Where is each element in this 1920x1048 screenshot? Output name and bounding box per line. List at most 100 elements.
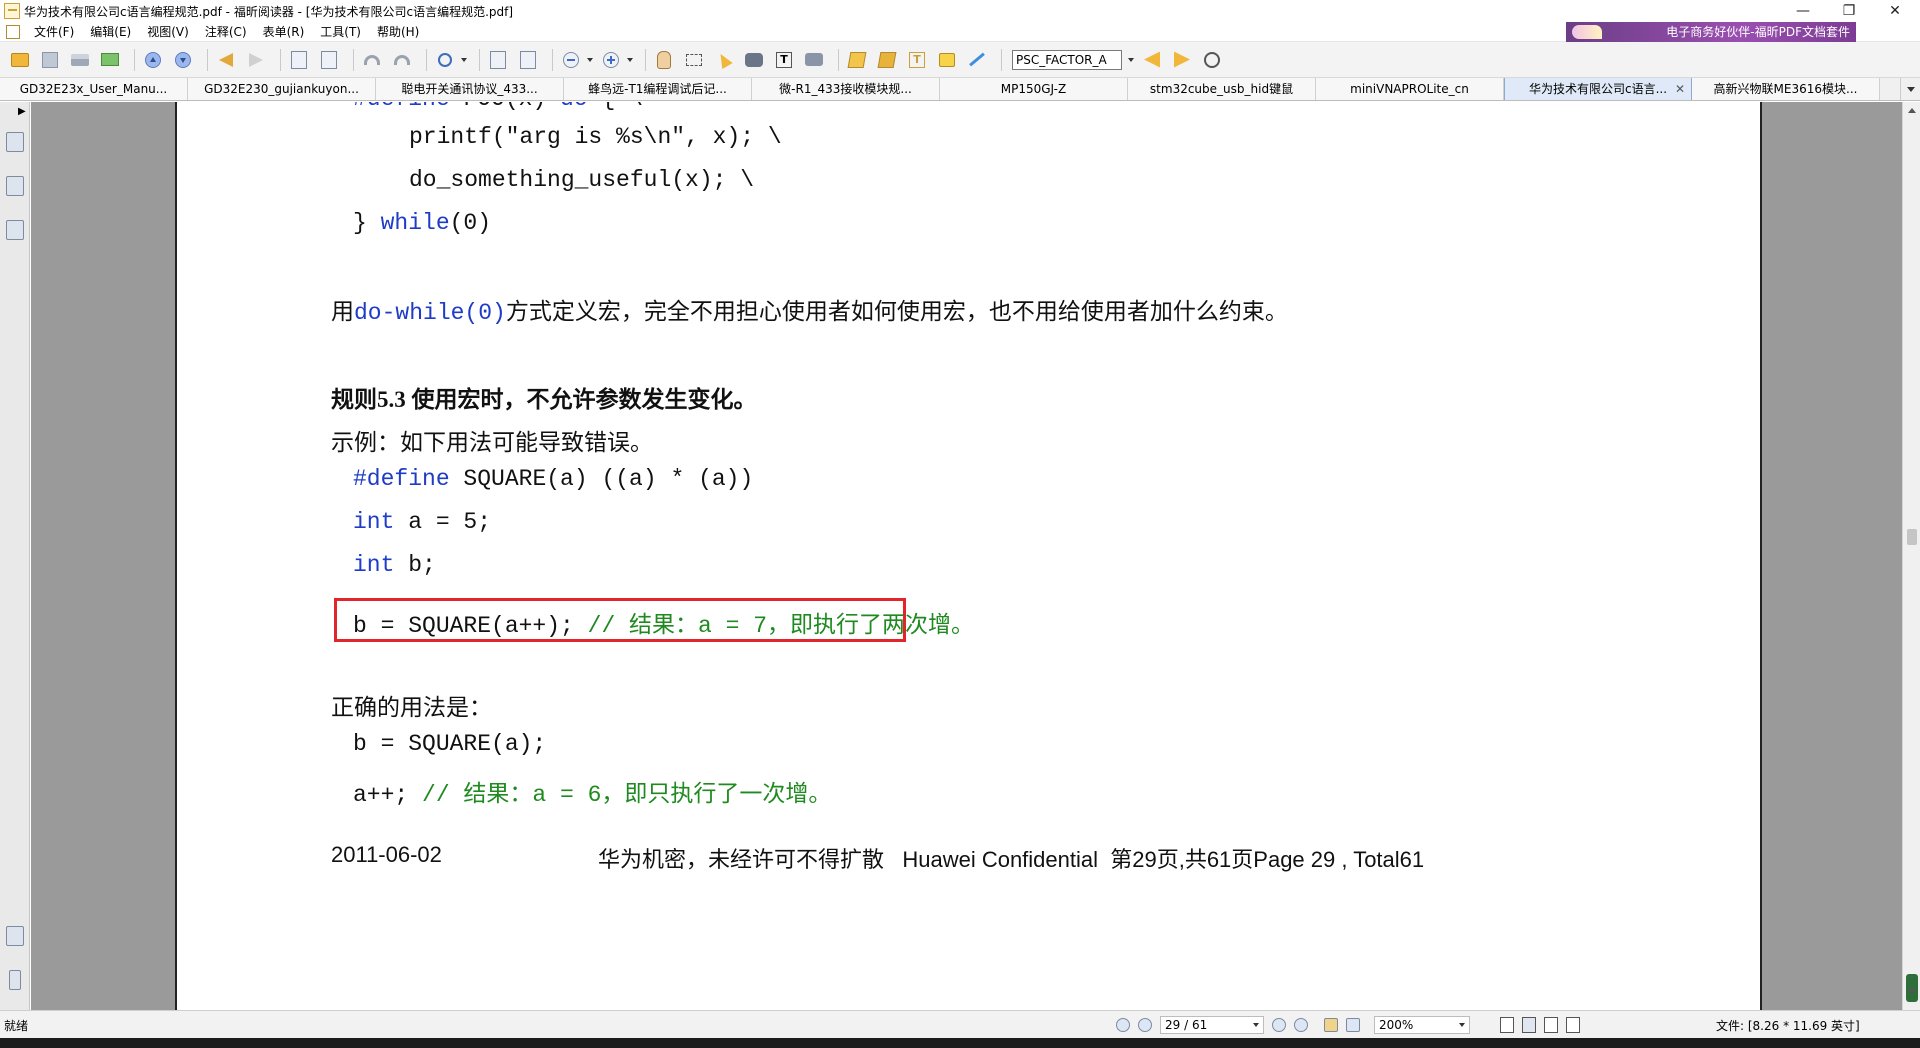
forward-icon bbox=[249, 52, 263, 67]
snapshot-icon bbox=[805, 53, 823, 66]
tab-list-dropdown[interactable] bbox=[1900, 78, 1920, 100]
menu-view[interactable]: 视图(V) bbox=[139, 22, 197, 42]
open-button[interactable] bbox=[8, 48, 32, 72]
scroll-up-icon[interactable] bbox=[1908, 108, 1916, 113]
zoom-dropdown-icon[interactable] bbox=[461, 57, 467, 62]
continuous-facing-view-icon[interactable] bbox=[1566, 1017, 1580, 1033]
highlight-button[interactable] bbox=[845, 48, 869, 72]
menu-file[interactable]: 文件(F) bbox=[26, 22, 82, 42]
redo-button[interactable] bbox=[390, 48, 414, 72]
tab-document[interactable]: 高新兴物联ME3616模块... bbox=[1692, 78, 1880, 100]
insert-pages-button[interactable] bbox=[317, 48, 341, 72]
note-icon bbox=[939, 52, 955, 67]
pen-icon bbox=[877, 51, 897, 68]
forward-button[interactable] bbox=[244, 48, 268, 72]
typewriter-button[interactable]: T bbox=[772, 48, 796, 72]
email-button[interactable] bbox=[98, 48, 122, 72]
comments-icon[interactable] bbox=[6, 926, 24, 946]
search-dropdown-icon[interactable] bbox=[1128, 57, 1134, 62]
select-annotation-button[interactable] bbox=[712, 48, 736, 72]
forward-view-icon[interactable] bbox=[1346, 1018, 1360, 1032]
save-icon bbox=[42, 51, 58, 68]
back-view-icon[interactable] bbox=[1324, 1018, 1338, 1032]
zoom-dropdown-icon[interactable] bbox=[1459, 1023, 1465, 1027]
menu-comment[interactable]: 注释(C) bbox=[197, 22, 255, 42]
tab-document[interactable]: GD32E230_gujiankuyon... bbox=[188, 78, 376, 100]
advanced-search-button[interactable] bbox=[1200, 48, 1224, 72]
zoom-out-dropdown-icon[interactable] bbox=[587, 57, 593, 62]
tab-document[interactable]: 聪电开关通讯协议_433... bbox=[376, 78, 564, 100]
menu-form[interactable]: 表单(R) bbox=[255, 22, 313, 42]
zoom-icon bbox=[438, 52, 452, 67]
tab-close-icon[interactable]: ✕ bbox=[1675, 78, 1685, 100]
next-page-button[interactable] bbox=[171, 48, 195, 72]
code-line: #define FOO(x) do { \ bbox=[353, 102, 643, 112]
attachments-icon[interactable] bbox=[9, 970, 21, 990]
undo-button[interactable] bbox=[360, 48, 384, 72]
tab-document[interactable]: 微-R1_433接收模块规... bbox=[752, 78, 940, 100]
tab-document[interactable]: MP150GJ-Z bbox=[940, 78, 1128, 100]
prev-page-icon[interactable] bbox=[1138, 1018, 1152, 1032]
back-button[interactable] bbox=[214, 48, 238, 72]
zoom-in-button[interactable] bbox=[599, 48, 623, 72]
expand-panel-icon[interactable]: ▶ bbox=[18, 106, 26, 117]
page-dropdown-icon[interactable] bbox=[1253, 1023, 1259, 1027]
restore-button[interactable]: ❐ bbox=[1826, 0, 1872, 22]
scroll-thumb[interactable] bbox=[1907, 529, 1917, 545]
layers-icon[interactable] bbox=[6, 220, 24, 240]
zoom-select[interactable]: 200% bbox=[1374, 1016, 1470, 1034]
extract-pages-button[interactable] bbox=[287, 48, 311, 72]
minimize-button[interactable]: — bbox=[1780, 0, 1826, 22]
find-next-button[interactable] bbox=[1170, 48, 1194, 72]
next-page-icon bbox=[175, 51, 191, 68]
textbox-button[interactable]: T bbox=[905, 48, 929, 72]
fit-page-button[interactable] bbox=[486, 48, 510, 72]
zoom-out-icon bbox=[563, 51, 579, 68]
save-button[interactable] bbox=[38, 48, 62, 72]
page-number-input[interactable]: 29 / 61 bbox=[1160, 1016, 1264, 1034]
fit-width-button[interactable] bbox=[516, 48, 540, 72]
code-line: #define SQUARE(a) ((a) * (a)) bbox=[353, 466, 753, 492]
snapshot-button[interactable] bbox=[802, 48, 826, 72]
tab-document[interactable]: GD32E23x_User_Manu... bbox=[0, 78, 188, 100]
menu-tools[interactable]: 工具(T) bbox=[312, 22, 369, 42]
print-button[interactable] bbox=[68, 48, 92, 72]
tab-document-active[interactable]: 华为技术有限公司c语言... ✕ bbox=[1504, 78, 1692, 100]
zoom-in-dropdown-icon[interactable] bbox=[627, 57, 633, 62]
bookmarks-icon[interactable] bbox=[6, 132, 24, 152]
arrow-tool-button[interactable] bbox=[965, 48, 989, 72]
search-input[interactable]: PSC_FACTOR_A bbox=[1012, 49, 1122, 70]
document-viewport[interactable]: #define FOO(x) do { \ printf("arg is %s\… bbox=[31, 102, 1902, 1010]
close-button[interactable]: ✕ bbox=[1872, 0, 1918, 22]
tab-document[interactable]: miniVNAPROLite_cn bbox=[1316, 78, 1504, 100]
vertical-scrollbar[interactable] bbox=[1902, 102, 1920, 1010]
prev-page-button[interactable] bbox=[141, 48, 165, 72]
note-button[interactable] bbox=[935, 48, 959, 72]
tab-document[interactable]: stm32cube_usb_hid键鼠 bbox=[1128, 78, 1316, 100]
ad-banner[interactable]: 电子商务好伙伴-福昕PDF文档套件 bbox=[1566, 22, 1856, 42]
first-page-icon[interactable] bbox=[1116, 1018, 1130, 1032]
zoom-button[interactable] bbox=[433, 48, 457, 72]
scroll-down-icon[interactable] bbox=[1908, 989, 1916, 994]
code-line: b = SQUARE(a++); // 结果：a = 7，即执行了两次增。 bbox=[353, 605, 974, 639]
continuous-view-icon[interactable] bbox=[1522, 1017, 1536, 1033]
select-text-button[interactable] bbox=[682, 48, 706, 72]
hand-tool-button[interactable] bbox=[652, 48, 676, 72]
pdf-page: #define FOO(x) do { \ printf("arg is %s\… bbox=[175, 102, 1762, 1010]
fit-page-icon bbox=[490, 50, 506, 69]
menu-edit[interactable]: 编辑(E) bbox=[82, 22, 139, 42]
single-page-view-icon[interactable] bbox=[1500, 1017, 1514, 1033]
page-number-value: 29 / 61 bbox=[1165, 1018, 1208, 1032]
next-page-icon[interactable] bbox=[1272, 1018, 1286, 1032]
last-page-icon[interactable] bbox=[1294, 1018, 1308, 1032]
facing-view-icon[interactable] bbox=[1544, 1017, 1558, 1033]
toolbar-separator bbox=[838, 48, 839, 71]
pages-icon[interactable] bbox=[6, 176, 24, 196]
tab-document[interactable]: 蜂鸟远-T1编程调试后记... bbox=[564, 78, 752, 100]
find-prev-button[interactable] bbox=[1140, 48, 1164, 72]
pen-button[interactable] bbox=[875, 48, 899, 72]
zoom-out-button[interactable] bbox=[559, 48, 583, 72]
find-button[interactable] bbox=[742, 48, 766, 72]
menu-help[interactable]: 帮助(H) bbox=[369, 22, 427, 42]
code-keyword: do bbox=[560, 102, 588, 112]
